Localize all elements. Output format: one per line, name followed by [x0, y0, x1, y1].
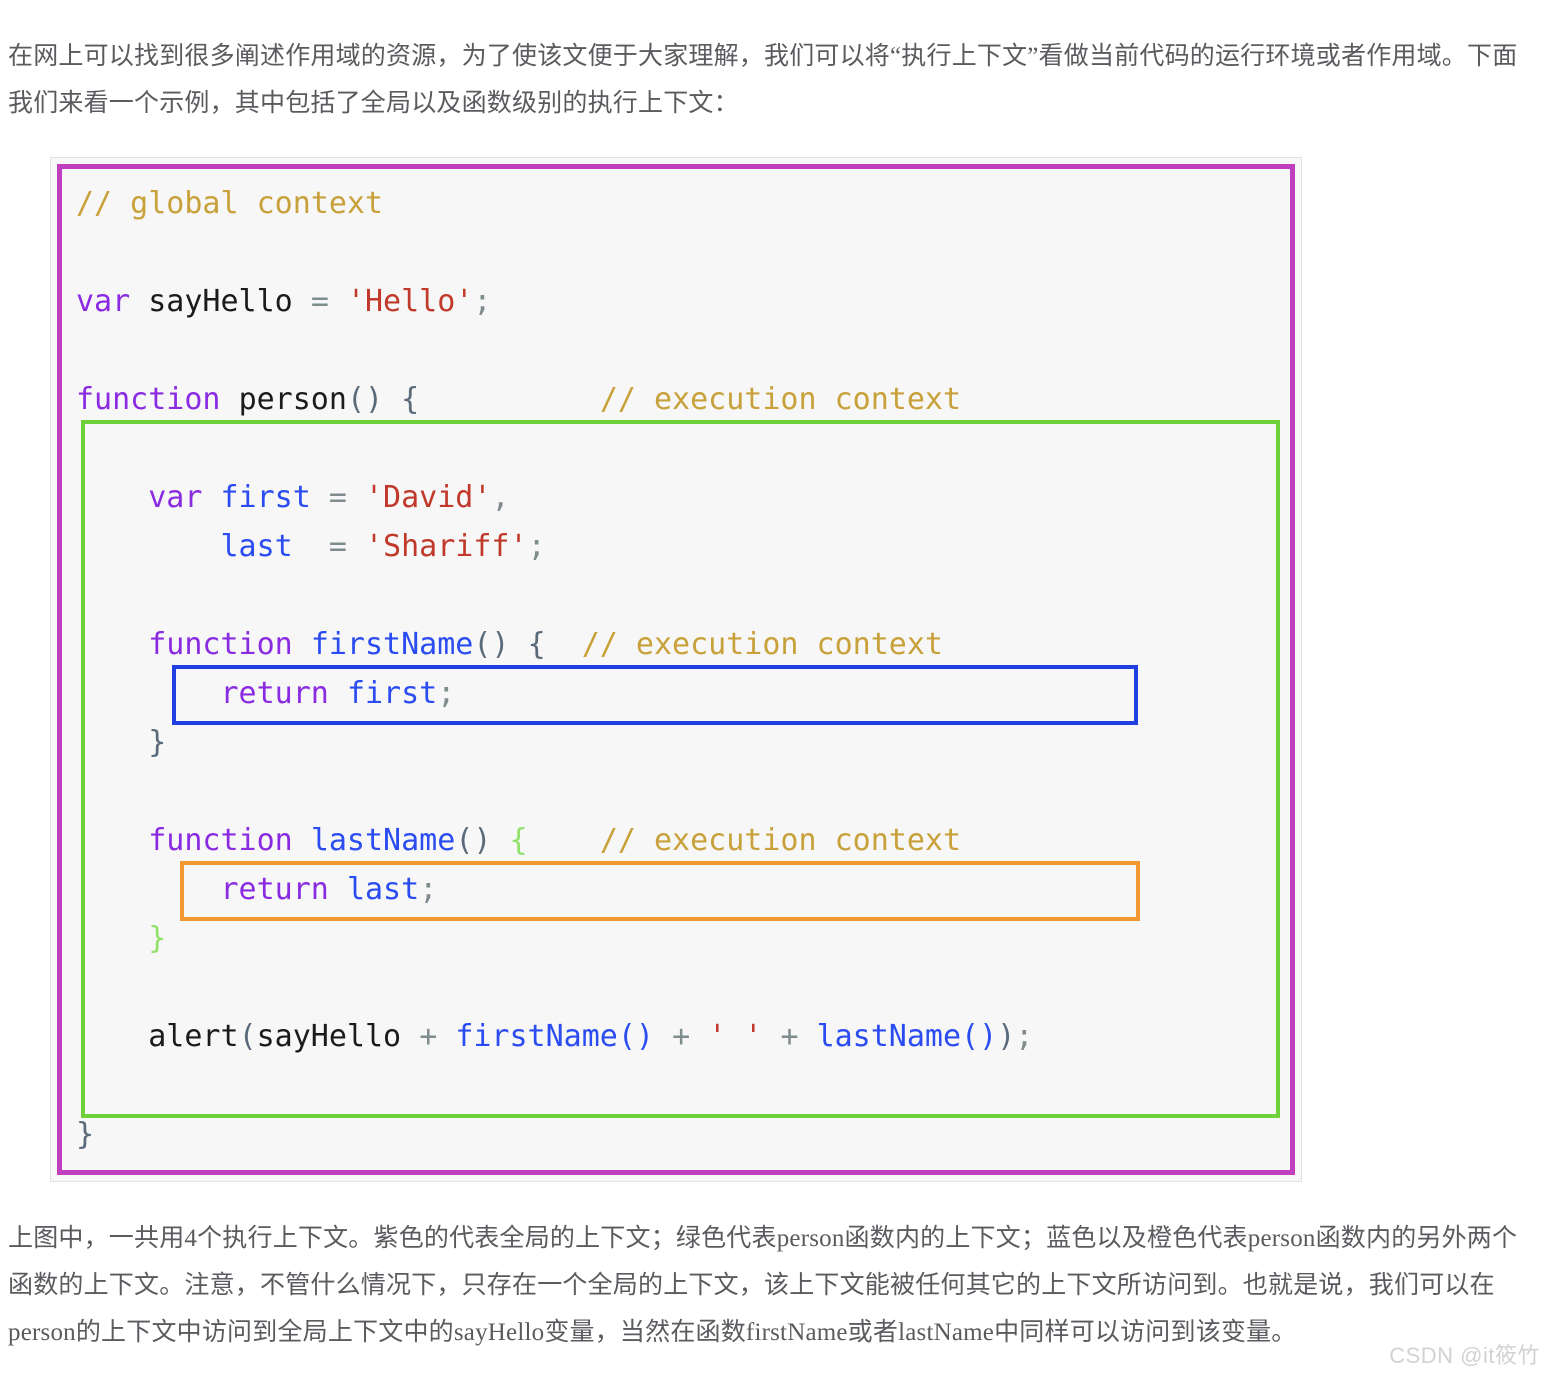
- code-brace-close-lastname: }: [148, 921, 167, 956]
- code-keyword-function-lastname: function: [148, 823, 293, 858]
- code-call-lastname: lastName(): [816, 1019, 998, 1054]
- code-keyword-return-last: return: [220, 872, 329, 907]
- code-brace-open-firstname: {: [527, 627, 546, 662]
- code-operator-plus-3: +: [780, 1019, 799, 1054]
- code-brace-close-person: }: [76, 1117, 95, 1152]
- code-name-alert: alert: [148, 1019, 239, 1054]
- code-name-firstname: firstName: [310, 627, 474, 662]
- code-keyword-return-first: return: [220, 676, 329, 711]
- code-parens-firstname: (): [473, 627, 510, 662]
- code-paren-close-alert: ): [997, 1019, 1016, 1054]
- global-context-box: // global context var sayHello = 'Hello'…: [57, 164, 1295, 1175]
- code-operator-assign-first: =: [328, 480, 347, 515]
- code-keyword-var-first: var: [148, 480, 203, 515]
- code-return-value-last: last: [346, 872, 420, 907]
- code-operator-plus-2: +: [672, 1019, 691, 1054]
- code-operator-plus-1: +: [419, 1019, 438, 1054]
- code-semicolon-alert: ;: [1015, 1019, 1034, 1054]
- code-name-sayhello: sayHello: [148, 284, 293, 319]
- code-keyword-function: function: [76, 382, 221, 417]
- code-parens: (): [346, 382, 384, 417]
- code-semicolon-return-last: ;: [419, 872, 438, 907]
- code-name-person: person: [238, 382, 347, 417]
- intro-paragraph: 在网上可以找到很多阐述作用域的资源，为了使该文便于大家理解，我们可以将“执行上下…: [8, 43, 1518, 117]
- closing-paragraph: 上图中，一共用4个执行上下文。紫色的代表全局的上下文；绿色代表person函数内…: [8, 1225, 1518, 1346]
- code-name-last: last: [220, 529, 293, 564]
- code-brace-close-firstname: }: [148, 725, 167, 760]
- code-comment-global: // global context: [76, 186, 384, 221]
- code-arg-sayhello: sayHello: [256, 1019, 402, 1054]
- code-operator-assign-last: =: [328, 529, 347, 564]
- code-string-hello: 'Hello': [346, 284, 474, 319]
- code-comment-execution-lastname: // execution context: [599, 823, 962, 858]
- code-keyword-var: var: [76, 284, 131, 319]
- code-parens-lastname: (): [455, 823, 492, 858]
- code-name-lastname: lastName: [310, 823, 456, 858]
- code-call-firstname: firstName(): [455, 1019, 654, 1054]
- csdn-watermark: CSDN @it筱竹: [1389, 1343, 1540, 1368]
- code-string-space: ' ': [708, 1019, 763, 1054]
- code-comment-execution-firstname: // execution context: [581, 627, 943, 662]
- code-operator-assign: =: [310, 284, 329, 319]
- code-semicolon-return-first: ;: [437, 676, 456, 711]
- code-brace-open-person: {: [401, 382, 420, 417]
- code-name-first: first: [220, 480, 311, 515]
- code-comment-execution-person: // execution context: [599, 382, 962, 417]
- code-brace-open-lastname: {: [509, 823, 528, 858]
- code-comma: ,: [491, 480, 510, 515]
- code-string-shariff: 'Shariff': [365, 529, 528, 564]
- code-keyword-function-firstname: function: [148, 627, 293, 662]
- code-semicolon: ;: [473, 284, 492, 319]
- code-semicolon-last: ;: [527, 529, 546, 564]
- code-paren-open-alert: (: [238, 1019, 257, 1054]
- code-figure: // global context var sayHello = 'Hello'…: [50, 157, 1302, 1182]
- code-listing: // global context var sayHello = 'Hello'…: [76, 179, 1033, 1159]
- code-string-david: 'David': [365, 480, 492, 515]
- code-return-value-first: first: [346, 676, 438, 711]
